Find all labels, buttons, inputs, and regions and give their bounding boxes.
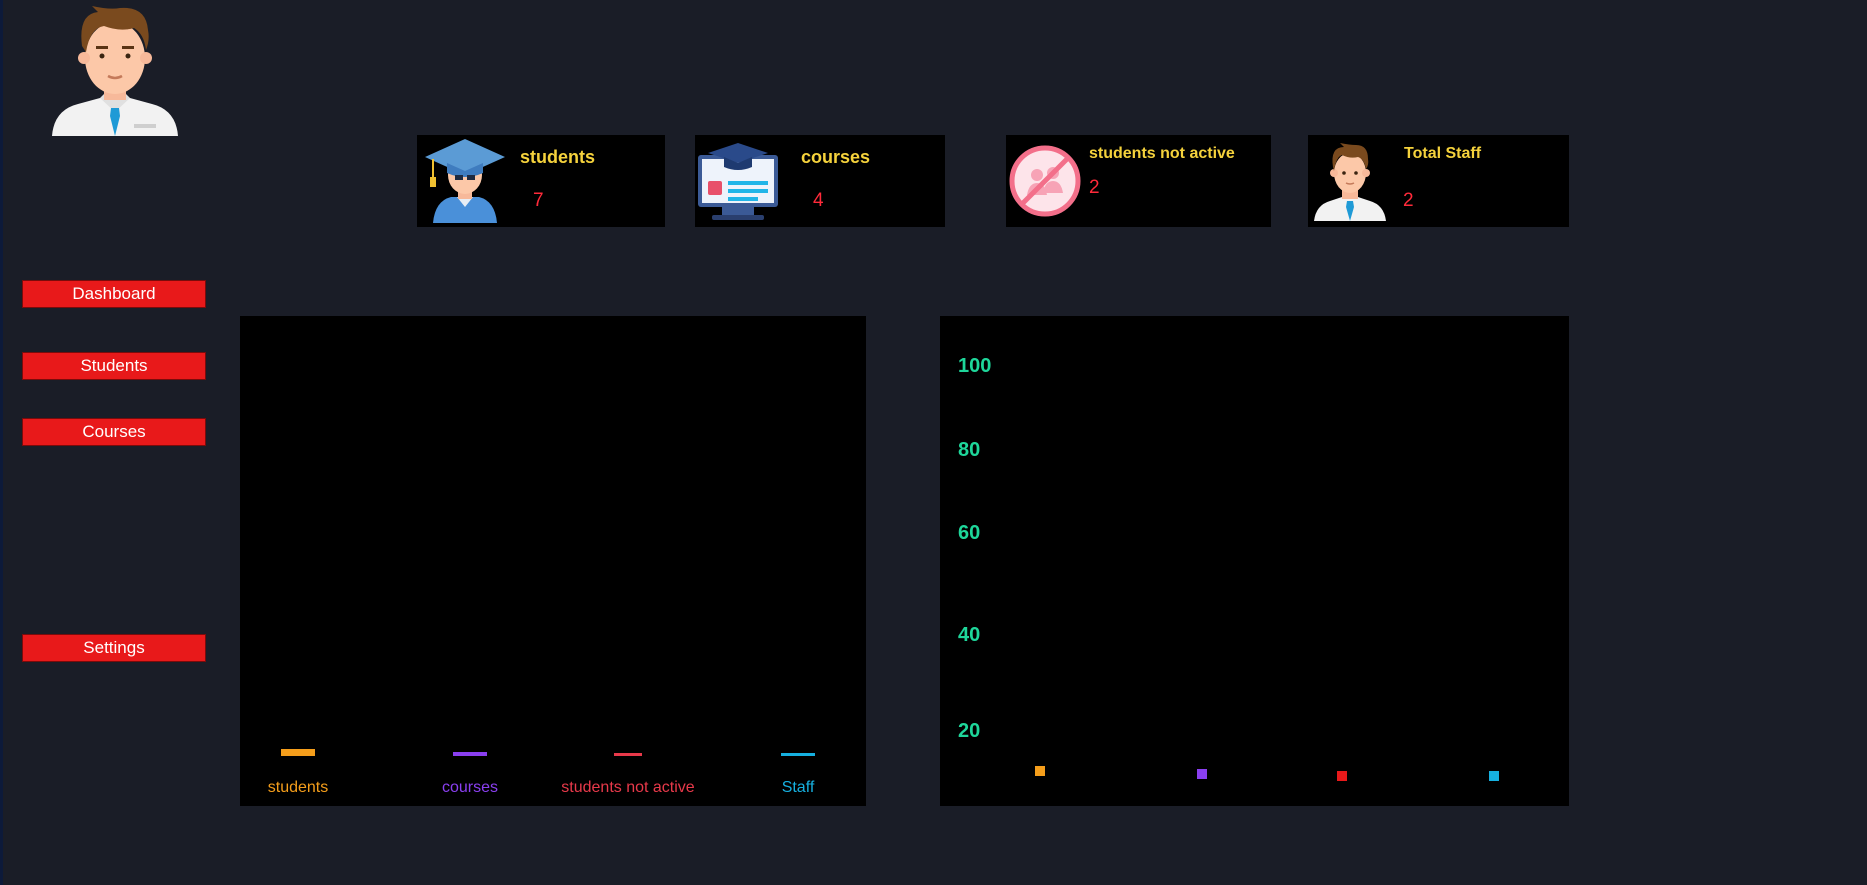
y-tick-label: 80	[958, 439, 980, 461]
staff-icon	[1314, 143, 1386, 226]
bar-courses	[453, 752, 487, 756]
scatter-point	[1489, 771, 1499, 781]
courses-card-title: courses	[801, 147, 871, 167]
x-tick-label: students	[268, 779, 328, 796]
sidebar-item-dashboard[interactable]: Dashboard	[22, 280, 206, 308]
sidebar-item-courses[interactable]: Courses	[22, 418, 206, 446]
bar-staff	[781, 753, 815, 756]
y-tick-label: 40	[958, 624, 980, 646]
scatter-point	[1035, 766, 1045, 776]
students-card-title: students	[520, 147, 596, 167]
admin-avatar	[50, 4, 180, 136]
sidebar-item-settings[interactable]: Settings	[22, 634, 206, 662]
y-tick-label: 20	[958, 720, 980, 742]
scatter-chart: 20 40 60 80 100	[958, 355, 1499, 781]
bar-chart-panel: students courses students not active Staff	[240, 316, 866, 806]
sidebar-item-students[interactable]: Students	[22, 352, 206, 380]
scatter-point	[1337, 771, 1347, 781]
students-card: students 7	[417, 135, 665, 227]
students-not-active-card-value: 2	[1089, 177, 1100, 198]
window-edge	[0, 0, 3, 885]
y-tick-label: 60	[958, 522, 980, 544]
y-tick-label: 100	[958, 355, 991, 377]
x-tick-label: courses	[442, 779, 498, 796]
students-card-value: 7	[533, 190, 544, 211]
scatter-point	[1197, 769, 1207, 779]
bar-students-not-active	[614, 753, 642, 756]
courses-card-value: 4	[813, 190, 824, 211]
courses-card: courses 4	[695, 135, 945, 227]
no-students-icon	[1009, 145, 1081, 222]
bar-chart: students courses students not active Staff	[268, 749, 815, 796]
graduate-icon	[425, 137, 505, 228]
total-staff-card: Total Staff 2	[1308, 135, 1569, 227]
bar-students	[281, 749, 315, 756]
x-tick-label: Staff	[782, 779, 815, 796]
man-avatar-icon	[52, 6, 178, 136]
online-course-icon	[698, 143, 780, 228]
scatter-chart-panel: 20 40 60 80 100	[940, 316, 1569, 806]
students-not-active-card: students not active 2	[1006, 135, 1271, 227]
total-staff-card-value: 2	[1403, 190, 1414, 211]
students-not-active-card-title: students not active	[1089, 145, 1235, 162]
total-staff-card-title: Total Staff	[1404, 145, 1482, 162]
x-tick-label: students not active	[561, 779, 695, 796]
